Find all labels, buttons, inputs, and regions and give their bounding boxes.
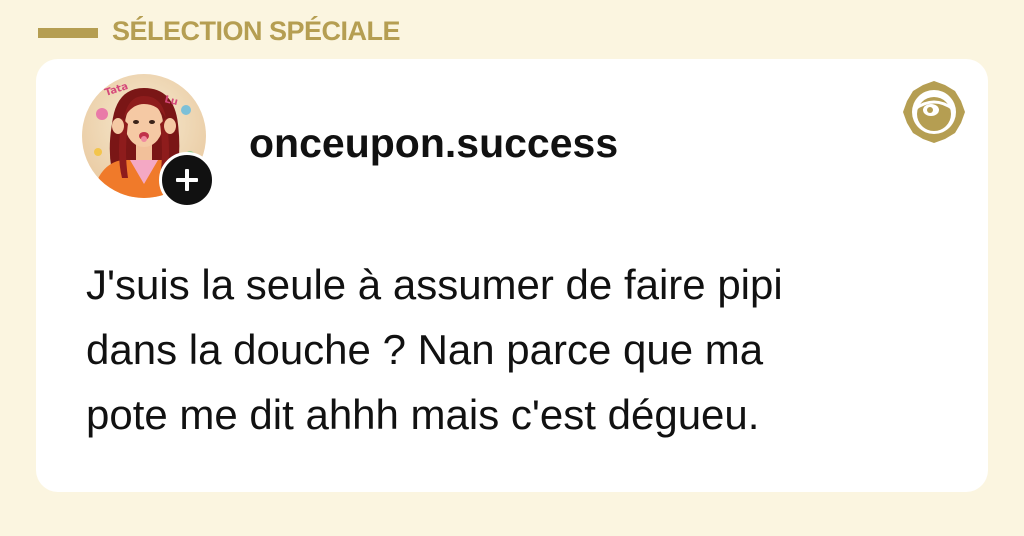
section-accent-bar <box>38 28 98 38</box>
post-text-line: pote me dit ahhh mais c'est dégueu. <box>86 391 760 438</box>
brand-logo-icon <box>901 79 967 145</box>
username[interactable]: onceupon.success <box>249 119 618 167</box>
section-label: SÉLECTION SPÉCIALE <box>112 16 401 46</box>
post-text-line: dans la douche ? Nan parce que ma <box>86 326 764 373</box>
post-text-line: J'suis la seule à assumer de faire pipi <box>86 261 783 308</box>
plus-icon <box>176 169 198 191</box>
post-card: Tata Lu onceupon.success J'suis la seule… <box>36 59 988 492</box>
follow-button[interactable] <box>159 152 215 208</box>
post-text: J'suis la seule à assumer de faire pipi … <box>86 252 966 447</box>
